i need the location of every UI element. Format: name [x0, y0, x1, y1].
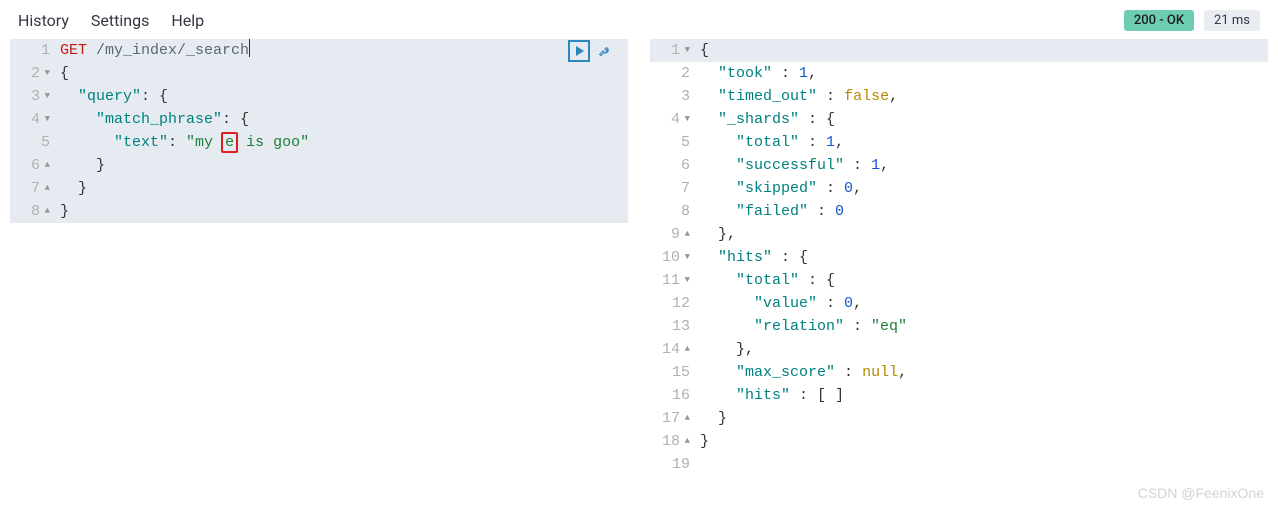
line-gutter: 16	[650, 384, 696, 407]
request-path: /my_index/_search	[96, 42, 249, 59]
line-gutter: 11▼	[650, 269, 696, 292]
response-viewer[interactable]: 1▼ { 2 "took" : 1, 3 "timed_out" : false…	[650, 39, 1268, 504]
run-button[interactable]	[568, 40, 590, 62]
line-gutter: 18▲	[650, 430, 696, 453]
line-gutter: 4▼	[650, 108, 696, 131]
top-bar: History Settings Help 200 - OK 21 ms	[0, 0, 1278, 39]
menu-help[interactable]: Help	[171, 11, 204, 30]
line-gutter: 13	[650, 315, 696, 338]
main-menu: History Settings Help	[18, 11, 204, 30]
line-gutter: 15	[650, 361, 696, 384]
wrench-icon[interactable]	[596, 42, 614, 60]
status-badge: 200 - OK	[1124, 10, 1194, 31]
highlighted-char: e	[221, 132, 238, 153]
line-gutter: 5	[10, 131, 56, 154]
http-method: GET	[60, 42, 87, 59]
line-gutter: 1	[10, 39, 56, 62]
line-gutter: 7	[650, 177, 696, 200]
line-gutter: 17▲	[650, 407, 696, 430]
line-gutter: 12	[650, 292, 696, 315]
line-gutter: 19	[650, 453, 696, 476]
menu-settings[interactable]: Settings	[91, 11, 149, 30]
line-gutter: 3▼	[10, 85, 56, 108]
request-editor[interactable]: 1 GET /my_index/_search 2▼ { 3▼ "query":…	[10, 39, 628, 504]
line-gutter: 8	[650, 200, 696, 223]
line-gutter: 5	[650, 131, 696, 154]
line-gutter: 14▲	[650, 338, 696, 361]
line-gutter: 10▼	[650, 246, 696, 269]
line-gutter: 2	[650, 62, 696, 85]
line-gutter: 3	[650, 85, 696, 108]
line-gutter: 9▲	[650, 223, 696, 246]
line-gutter: 4▼	[10, 108, 56, 131]
line-gutter: 7▲	[10, 177, 56, 200]
latency-badge: 21 ms	[1204, 10, 1260, 31]
line-gutter: 6	[650, 154, 696, 177]
line-gutter: 1▼	[650, 39, 696, 62]
line-gutter: 8▲	[10, 200, 56, 223]
menu-history[interactable]: History	[18, 11, 69, 30]
cursor	[249, 39, 250, 57]
line-gutter: 6▲	[10, 154, 56, 177]
line-gutter: 2▼	[10, 62, 56, 85]
